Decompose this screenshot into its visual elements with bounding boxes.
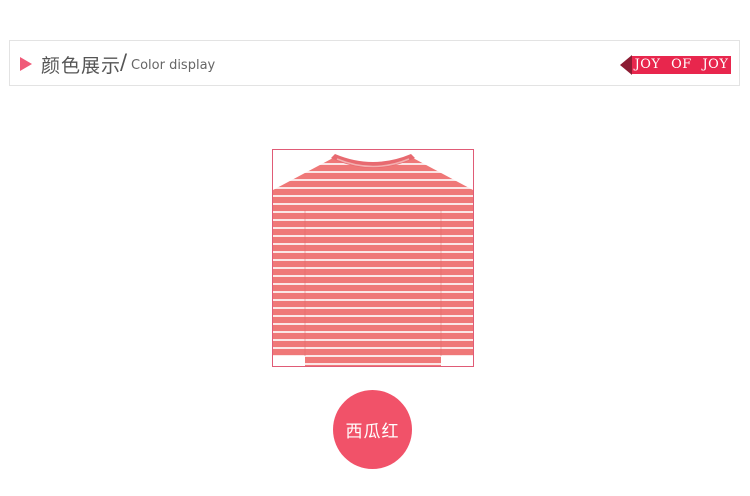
brand-logo: JOY OF JOY	[632, 56, 731, 74]
brand-arrow-icon	[620, 55, 632, 75]
color-name-label: 西瓜红	[345, 422, 400, 442]
color-swatch[interactable]: 西瓜红	[333, 390, 412, 469]
product-image-frame	[272, 149, 474, 367]
play-icon	[20, 57, 32, 71]
section-subtitle: Color display	[131, 58, 216, 73]
section-title: 颜色展示	[41, 55, 122, 77]
title-separator: /	[120, 50, 128, 74]
section-header: 颜色展示 / Color display JOY OF JOY	[9, 40, 740, 86]
striped-sweater-image	[273, 150, 473, 366]
